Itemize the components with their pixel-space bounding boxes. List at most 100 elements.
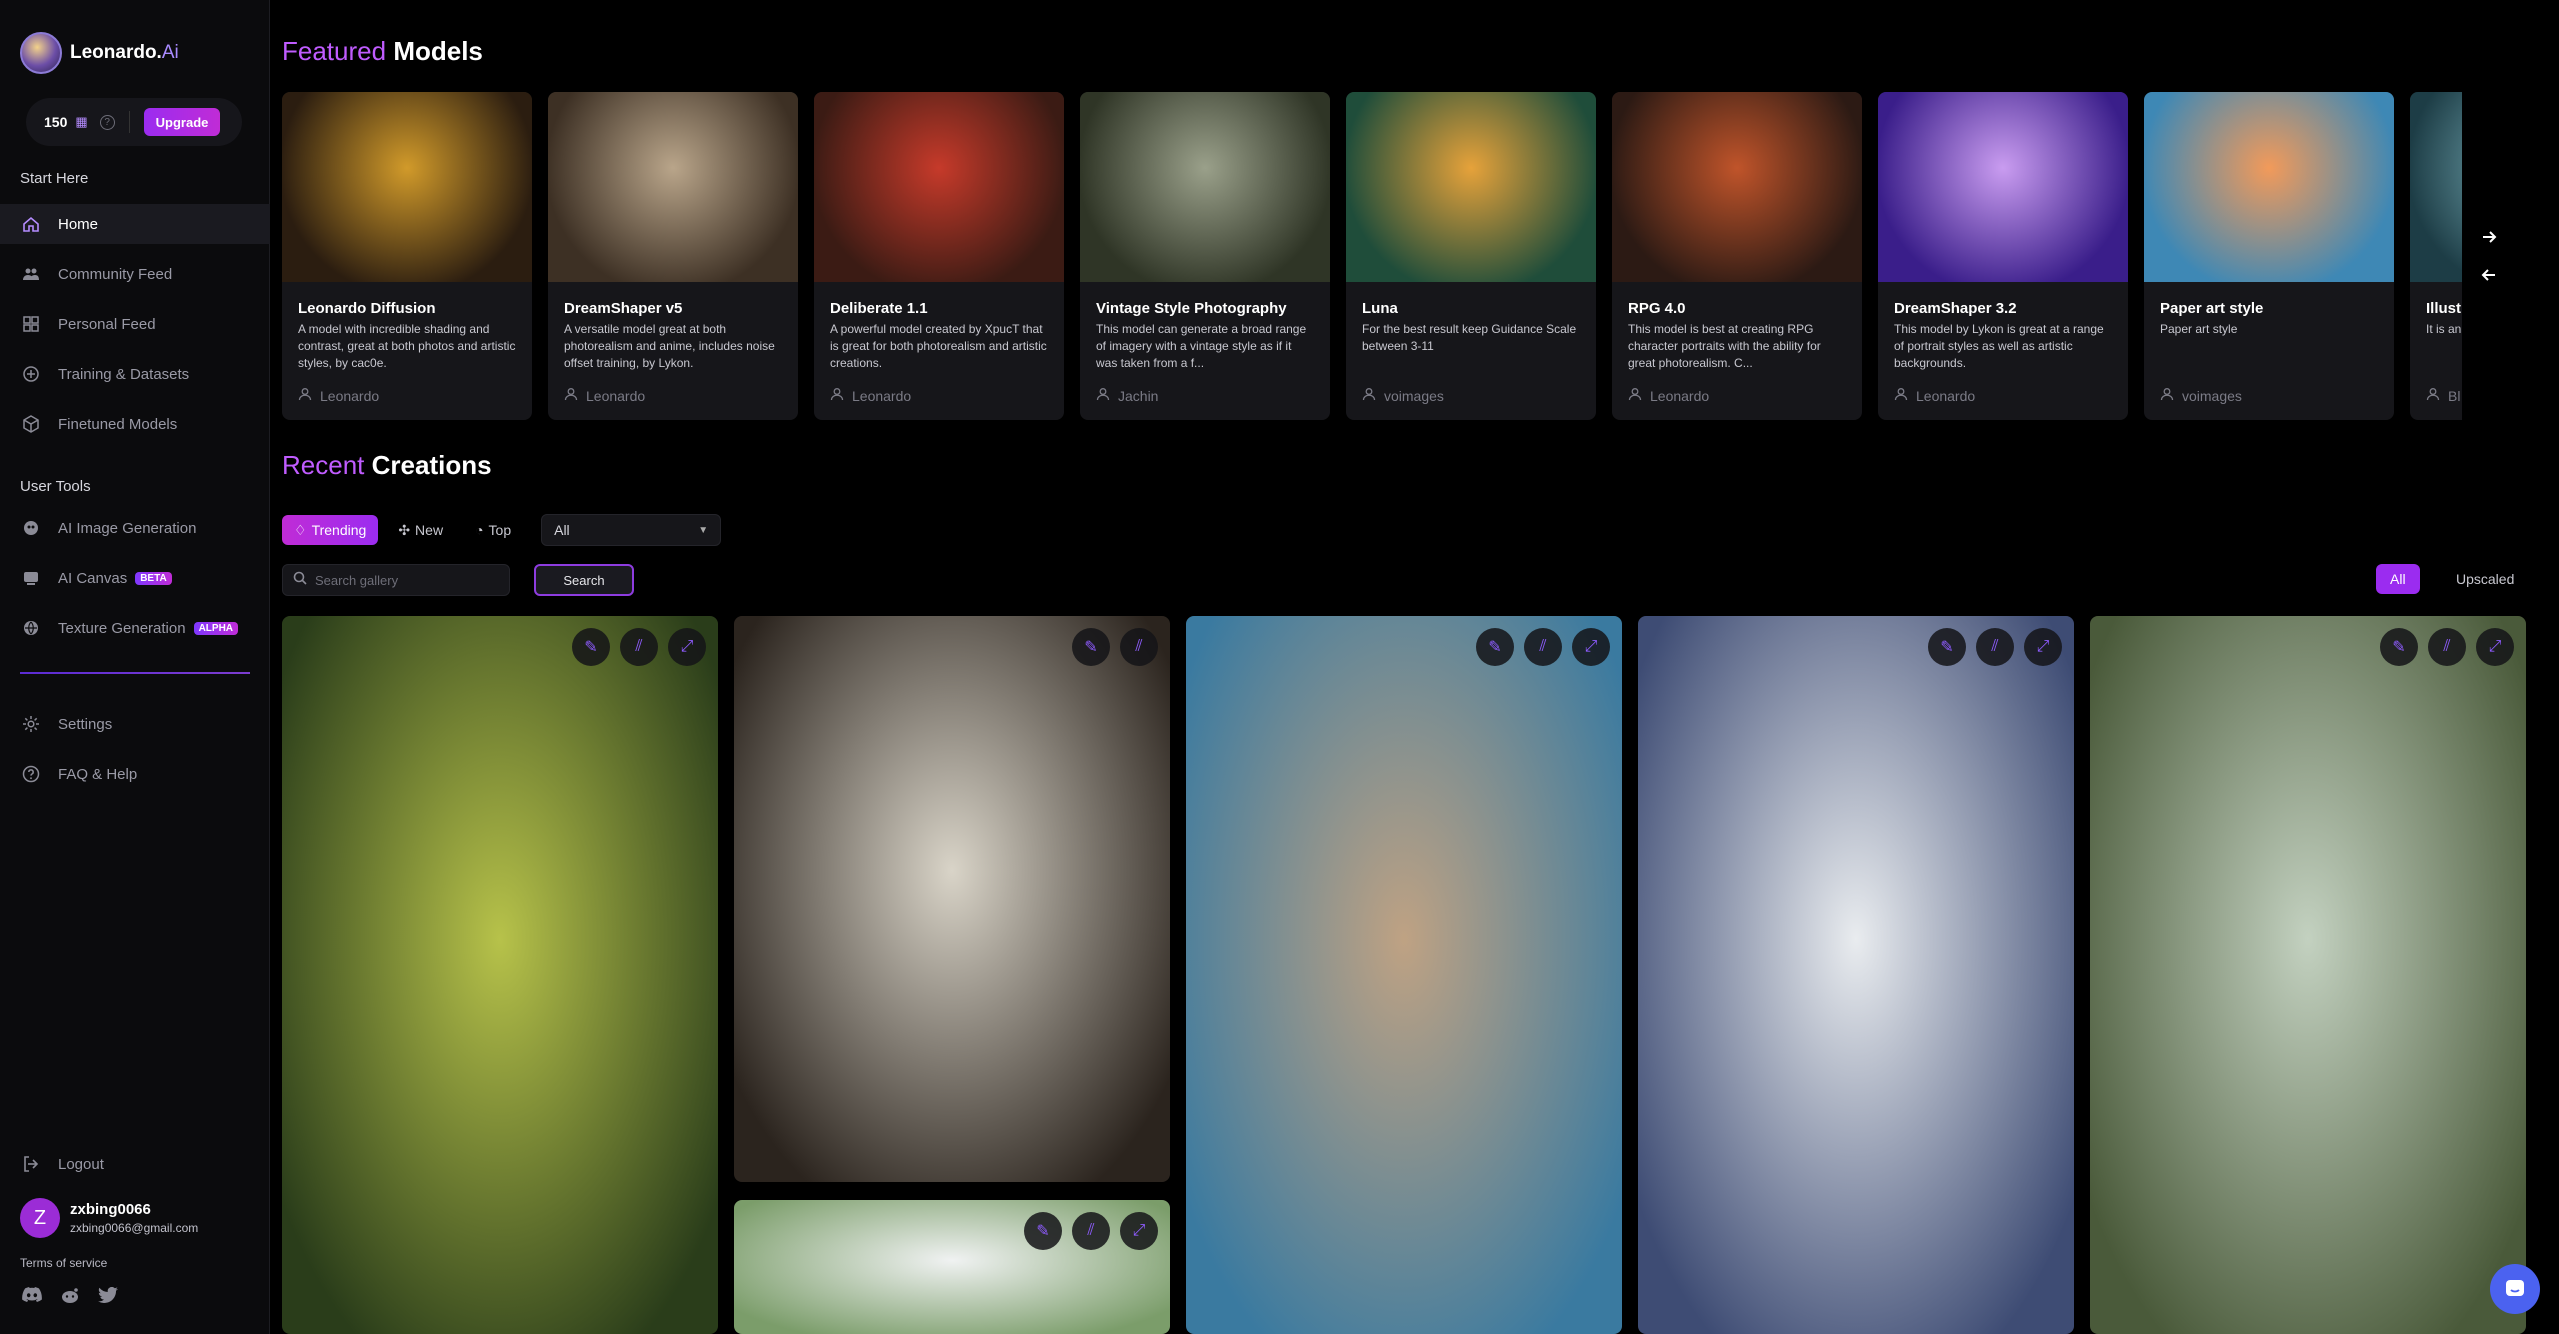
sidebar-item-training-datasets[interactable]: Training & Datasets	[0, 354, 270, 394]
search-button[interactable]: Search	[534, 564, 634, 596]
sidebar-divider	[20, 672, 250, 674]
model-card[interactable]: Illustra It is an illustra styles Bl	[2410, 92, 2462, 420]
gallery-image[interactable]: ✎ ⫽ ⤢	[2090, 616, 2526, 1334]
logout-button[interactable]: Logout	[0, 1144, 270, 1184]
user-icon	[1628, 387, 1642, 404]
author-name: Leonardo	[586, 387, 646, 404]
nav-label: Home	[58, 215, 99, 233]
remix-icon[interactable]: ✎	[1928, 628, 1966, 666]
upscale-icon[interactable]: ⫽	[620, 628, 658, 666]
sidebar-item-settings[interactable]: Settings	[0, 704, 270, 744]
model-card[interactable]: Luna For the best result keep Guidance Sc…	[1346, 92, 1596, 420]
remix-icon[interactable]: ✎	[1024, 1212, 1062, 1250]
gallery-tabs: ♢ Trending ✣ New ◔ Top All ▼	[282, 514, 722, 546]
model-card[interactable]: Deliberate 1.1 A powerful model created b…	[814, 92, 1064, 420]
upscale-icon[interactable]: ⫽	[2428, 628, 2466, 666]
remix-icon[interactable]: ✎	[572, 628, 610, 666]
badge-beta: BETA	[135, 571, 172, 585]
author-name: Leonardo	[320, 387, 380, 404]
upscale-icon[interactable]: ⫽	[1072, 1212, 1110, 1250]
filter-upscaled-button[interactable]: Upscaled	[2444, 564, 2526, 594]
remix-icon[interactable]: ✎	[1476, 628, 1514, 666]
gallery-image[interactable]: ✎ ⫽	[734, 616, 1170, 1182]
author-name: voimages	[1384, 387, 1444, 404]
period-select[interactable]: All ▼	[541, 514, 722, 546]
gallery-image[interactable]: ✎ ⫽ ⤢	[734, 1200, 1170, 1334]
model-card[interactable]: Paper art style Paper art style voimages	[2144, 92, 2394, 420]
model-author: Bl	[2426, 387, 2462, 404]
filter-all-button[interactable]: All	[2376, 564, 2420, 594]
model-card[interactable]: DreamShaper v5 A versatile model great at…	[548, 92, 798, 420]
model-description: A versatile model great at both photorea…	[564, 322, 775, 370]
section-start-here: Start Here	[20, 170, 89, 187]
sidebar-item-community-feed[interactable]: Community Feed	[0, 254, 270, 294]
model-author: Leonardo	[1894, 387, 2112, 404]
brand-name: Leonardo.Ai	[70, 42, 179, 63]
sidebar-item-faq-help[interactable]: FAQ & Help	[0, 754, 270, 794]
sidebar-item-personal-feed[interactable]: Personal Feed	[0, 304, 270, 344]
gallery-image[interactable]: ✎ ⫽ ⤢	[1186, 616, 1622, 1334]
gallery-image[interactable]: ✎ ⫽ ⤢	[282, 616, 718, 1334]
model-card[interactable]: RPG 4.0 This model is best at creating RP…	[1612, 92, 1862, 420]
model-description: For the best result keep Guidance Scale …	[1362, 322, 1577, 353]
chat-support-button[interactable]	[2490, 1264, 2540, 1314]
user-name: zxbing0066	[70, 1201, 151, 1218]
image-gen-icon	[20, 517, 42, 539]
sidebar-item-finetuned-models[interactable]: Finetuned Models	[0, 404, 270, 444]
upscale-icon[interactable]: ⫽	[1524, 628, 1562, 666]
tab-new[interactable]: ✣ New	[386, 515, 455, 545]
nav-label: Community Feed	[58, 265, 173, 283]
sidebar-item-ai-canvas[interactable]: AI Canvas BETA	[0, 558, 270, 598]
model-name: Vintage Style Photography	[1096, 300, 1287, 317]
sidebar-item-home[interactable]: Home	[0, 204, 270, 244]
reddit-icon[interactable]	[58, 1284, 82, 1306]
logout-label: Logout	[58, 1155, 104, 1173]
model-card[interactable]: Leonardo Diffusion A model with incredibl…	[282, 92, 532, 420]
model-card[interactable]: Vintage Style Photography This model can …	[1080, 92, 1330, 420]
carousel-next-button[interactable]	[2474, 222, 2504, 252]
sidebar-item-texture-generation[interactable]: Texture Generation ALPHA	[0, 608, 270, 648]
model-name: RPG 4.0	[1628, 300, 1686, 317]
terms-link[interactable]: Terms of service	[20, 1256, 107, 1270]
help-icon	[20, 763, 42, 785]
nav-label: AI Canvas	[58, 569, 128, 587]
model-thumbnail	[1612, 92, 1862, 282]
model-name: Luna	[1362, 300, 1398, 317]
remix-icon[interactable]: ✎	[1072, 628, 1110, 666]
nav-label: FAQ & Help	[58, 765, 138, 783]
brand-logo	[20, 32, 62, 74]
user-profile[interactable]: Z zxbing0066 zxbing0066@gmail.com	[20, 1198, 198, 1238]
remix-icon[interactable]: ✎	[2380, 628, 2418, 666]
expand-icon[interactable]: ⤢	[2024, 628, 2062, 666]
model-card[interactable]: DreamShaper 3.2 This model by Lykon is gr…	[1878, 92, 2128, 420]
featured-models-title: Featured Models	[282, 36, 483, 66]
upscale-icon[interactable]: ⫽	[1976, 628, 2014, 666]
expand-icon[interactable]: ⤢	[2476, 628, 2514, 666]
brand[interactable]: Leonardo.Ai	[20, 32, 179, 74]
expand-icon[interactable]: ⤢	[668, 628, 706, 666]
social-links	[20, 1284, 120, 1306]
twitter-icon[interactable]	[96, 1284, 120, 1306]
expand-icon[interactable]: ⤢	[1572, 628, 1610, 666]
model-description: This model by Lykon is great at a range …	[1894, 322, 2104, 370]
tab-trending[interactable]: ♢ Trending	[282, 515, 379, 545]
chevron-down-icon: ▼	[698, 524, 709, 536]
info-icon[interactable]: ?	[99, 114, 115, 130]
tools-nav: AI Image Generation AI Canvas BETA Texture …	[0, 508, 270, 658]
upgrade-button[interactable]: Upgrade	[143, 108, 221, 136]
gallery-image[interactable]: ✎ ⫽ ⤢	[1638, 616, 2074, 1334]
image-actions: ✎ ⫽ ⤢	[1928, 628, 2062, 666]
model-author: Jachin	[1096, 387, 1314, 404]
image-actions: ✎ ⫽ ⤢	[1476, 628, 1610, 666]
search-input[interactable]	[315, 572, 495, 588]
canvas-icon	[20, 567, 42, 589]
model-author: Leonardo	[564, 387, 782, 404]
upscale-icon[interactable]: ⫽	[1120, 628, 1158, 666]
user-icon	[830, 387, 844, 404]
recent-creations-title: Recent Creations	[282, 450, 492, 480]
tab-top[interactable]: ◔ Top	[463, 515, 523, 545]
expand-icon[interactable]: ⤢	[1120, 1212, 1158, 1250]
discord-icon[interactable]	[20, 1284, 44, 1306]
sidebar-item-ai-image-generation[interactable]: AI Image Generation	[0, 508, 270, 548]
carousel-prev-button[interactable]	[2474, 260, 2504, 290]
